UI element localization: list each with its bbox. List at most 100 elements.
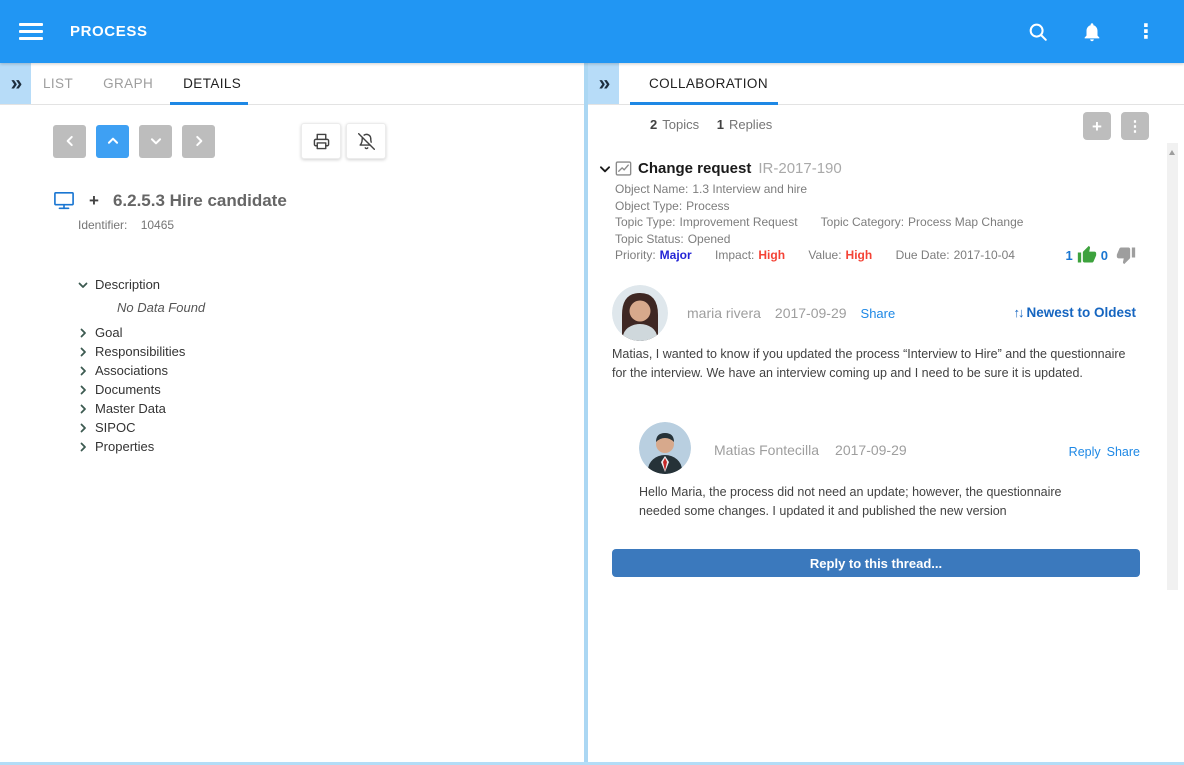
section-goal[interactable]: Goal [77, 323, 205, 342]
section-master-data[interactable]: Master Data [77, 399, 205, 418]
overflow-menu-icon[interactable]: ⋮ [1134, 20, 1158, 44]
dislikes-count: 0 [1100, 247, 1108, 263]
collaboration-content: 2 Topics 1 Replies + ⋮ Change request IR… [588, 105, 1184, 762]
expand-panel-button[interactable]: » [0, 63, 31, 104]
meta-value: 2017-10-04 [953, 248, 1015, 262]
chevron-right-icon [195, 135, 202, 147]
meta-label: Priority: [615, 248, 656, 262]
replies-label: Replies [728, 117, 773, 132]
meta-label: Topic Type: [615, 215, 676, 229]
chevron-down-icon [150, 138, 161, 145]
search-icon[interactable] [1026, 20, 1050, 44]
print-button[interactable] [301, 123, 341, 159]
topic-header[interactable]: Change request IR-2017-190 [598, 160, 842, 177]
details-sections-tree: Description No Data Found Goal Responsib… [77, 275, 205, 456]
unsubscribe-button[interactable] [346, 123, 386, 159]
section-label: Documents [95, 382, 161, 397]
object-title: 6.2.5.3 Hire candidate [112, 191, 287, 210]
topics-label: Topics [662, 117, 700, 132]
no-data-found-text: No Data Found [117, 300, 206, 315]
kebab-icon: ⋮ [1127, 117, 1143, 135]
topic-options-button[interactable]: ⋮ [1121, 112, 1149, 140]
tab-list[interactable]: LIST [43, 76, 73, 91]
menu-icon[interactable] [19, 23, 43, 40]
section-label: Goal [95, 325, 123, 340]
section-label: Properties [95, 439, 155, 454]
collaboration-summary: 2 Topics 1 Replies [650, 117, 772, 132]
chevron-up-icon [107, 137, 118, 144]
notifications-bell-icon[interactable] [1080, 20, 1104, 44]
left-tabbar: » LIST GRAPH DETAILS [0, 63, 584, 105]
tab-graph[interactable]: GRAPH [103, 76, 153, 91]
meta-value: 1.3 Interview and hire [692, 182, 808, 196]
thumbs-up-icon[interactable] [1077, 245, 1097, 265]
reply-to-thread-button[interactable]: Reply to this thread... [612, 549, 1140, 577]
section-sipoc[interactable]: SIPOC [77, 418, 205, 437]
impact-value: High [758, 248, 786, 262]
nav-next-button[interactable] [182, 124, 215, 158]
likes-count: 1 [1065, 247, 1073, 263]
comment-text: Hello Maria, the process did not need an… [639, 485, 1062, 518]
add-topic-button[interactable]: + [1083, 112, 1111, 140]
chevron-right-icon [80, 404, 86, 413]
section-associations[interactable]: Associations [77, 361, 205, 380]
comment-meta-row: Matias Fontecilla 2017-09-29 [714, 442, 907, 458]
details-content: + 6.2.5.3 Hire candidate Identifier: 104… [0, 105, 584, 762]
chevron-down-icon [599, 165, 611, 172]
topic-votes: 1 0 [1066, 245, 1136, 265]
section-documents[interactable]: Documents [77, 380, 205, 399]
share-link[interactable]: Share [1107, 445, 1140, 459]
sort-label: Newest to Oldest [1026, 305, 1136, 320]
reply-link[interactable]: Reply [1069, 445, 1101, 459]
chevron-right-icon [80, 347, 86, 356]
right-tabbar: » COLLABORATION [588, 63, 1184, 105]
expand-panel-button[interactable]: » [588, 63, 619, 104]
avatar-matias-fontecilla[interactable] [639, 422, 691, 474]
collaboration-actions: + ⋮ [1083, 112, 1149, 140]
app-window: PROCESS ⋮ » LIST GRAPH DETAILS + 6.2.5.3… [0, 0, 1184, 765]
nav-previous-button[interactable] [53, 124, 86, 158]
avatar-maria-rivera[interactable] [612, 285, 668, 341]
meta-label: Object Type: [615, 198, 683, 213]
page-title: PROCESS [70, 23, 148, 40]
topics-count: 2 [650, 117, 658, 132]
identifier-label: Identifier: [78, 218, 128, 232]
section-properties[interactable]: Properties [77, 437, 205, 456]
nav-down-button[interactable] [139, 124, 172, 158]
meta-line-object-name: Object Name: 1.3 Interview and hire [615, 181, 1043, 198]
meta-label: Topic Status: [615, 231, 684, 246]
thumbs-down-icon[interactable] [1116, 245, 1136, 265]
identifier-row: Identifier: 10465 [78, 218, 174, 232]
section-label: Description [95, 277, 161, 292]
share-link[interactable]: Share [861, 306, 896, 321]
comment-text: Matias, I wanted to know if you updated … [612, 347, 1126, 380]
tab-details[interactable]: DETAILS [183, 76, 241, 91]
expand-object-button[interactable]: + [89, 191, 99, 211]
reply-actions: Reply Share [1069, 445, 1140, 459]
section-label: Associations [95, 363, 168, 378]
identifier-value: 10465 [140, 218, 175, 232]
meta-value: Process [686, 198, 730, 213]
section-description[interactable]: Description [77, 275, 205, 294]
tab-collaboration[interactable]: COLLABORATION [649, 76, 768, 91]
sort-order-control[interactable]: ↑↓ Newest to Oldest [1013, 305, 1136, 320]
meta-line-object-type: Object Type: Process [615, 198, 1043, 215]
comment-date: 2017-09-29 [774, 305, 847, 321]
comment-author: Matias Fontecilla [714, 442, 820, 458]
section-responsibilities[interactable]: Responsibilities [77, 342, 205, 361]
comment-meta-row: maria rivera 2017-09-29 Share [687, 305, 895, 321]
topic-title: Change request [638, 160, 752, 177]
chevron-right-icon [80, 385, 86, 394]
meta-value: Opened [687, 231, 731, 246]
meta-label: Impact: [715, 248, 755, 262]
section-label: Master Data [95, 401, 166, 416]
meta-line-topic-type: Topic Type: Improvement Request Topic Cat… [615, 214, 1043, 231]
chevron-right-icon [80, 328, 86, 337]
details-panel: » LIST GRAPH DETAILS + 6.2.5.3 Hire cand… [0, 63, 584, 762]
object-navigation-toolbar [53, 123, 386, 159]
scrollbar[interactable] [1167, 143, 1178, 590]
printer-icon [313, 133, 329, 149]
improvement-chart-icon [615, 161, 632, 176]
scroll-up-arrow-icon[interactable] [1169, 150, 1175, 155]
nav-up-button[interactable] [96, 124, 129, 158]
